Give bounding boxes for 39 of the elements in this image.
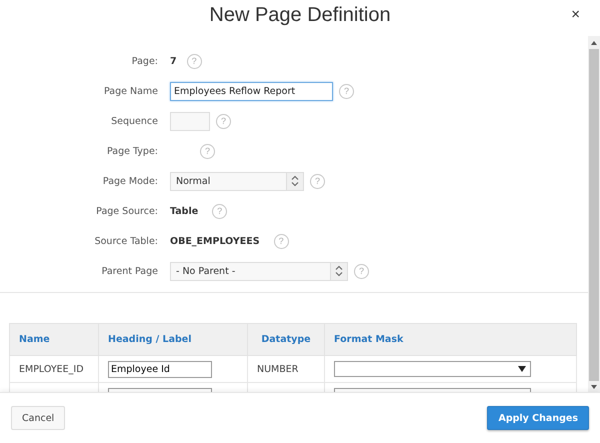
- help-button[interactable]: ?: [200, 144, 215, 158]
- up-down-arrows-icon: [291, 175, 299, 187]
- table-cell: EMPLOYEE_ID: [19, 364, 84, 374]
- column-header: Name: [10, 324, 98, 356]
- close-button[interactable]: ×: [569, 6, 582, 23]
- field-value: OBE_EMPLOYEES: [170, 236, 260, 246]
- field-label: Page:: [130, 56, 159, 66]
- column-header: Format Mask: [324, 324, 576, 356]
- field-label: Page Type:: [106, 146, 159, 156]
- help-button[interactable]: ?: [274, 234, 289, 248]
- select-field[interactable]: Normal: [170, 172, 304, 190]
- field-value: 7: [170, 56, 177, 66]
- field-value: Table: [170, 206, 198, 216]
- help-button[interactable]: ?: [310, 174, 325, 188]
- column-header: Datatype: [248, 324, 324, 356]
- up-down-arrows-icon: [335, 265, 343, 277]
- select-field[interactable]: - No Parent -: [170, 262, 348, 280]
- text-field[interactable]: Employees Reflow Report: [170, 82, 333, 100]
- scrollbar[interactable]: [588, 36, 600, 392]
- field-label: Page Source:: [95, 206, 159, 216]
- help-button[interactable]: ?: [212, 204, 228, 218]
- text-field[interactable]: [170, 112, 210, 130]
- help-button[interactable]: ?: [186, 54, 202, 68]
- table-cell: NUMBER: [257, 364, 298, 374]
- help-button[interactable]: ?: [339, 84, 354, 98]
- apply-button[interactable]: Apply Changes: [487, 406, 589, 430]
- field-label: Sequence: [110, 116, 159, 126]
- field-label: Parent Page: [100, 266, 159, 276]
- field-label: Source Table:: [94, 236, 159, 246]
- format-mask-dropdown[interactable]: [334, 361, 531, 377]
- heading-field[interactable]: Employee Id: [108, 360, 212, 378]
- dropdown-arrow-icon: [518, 366, 526, 372]
- help-button[interactable]: ?: [354, 264, 369, 278]
- field-label: Page Mode:: [102, 176, 159, 186]
- column-header: Heading / Label: [98, 324, 248, 356]
- cancel-button[interactable]: Cancel: [11, 406, 66, 430]
- help-button[interactable]: ?: [216, 114, 231, 128]
- dialog-title: New Page Definition: [209, 4, 391, 26]
- field-label: Page Name: [102, 86, 159, 96]
